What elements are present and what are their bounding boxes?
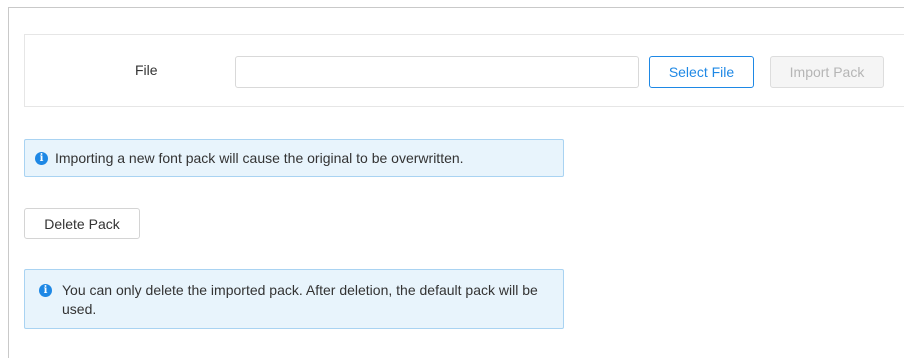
delete-info-text: You can only delete the imported pack. A… [62,282,538,317]
content-frame: File Select File Import Pack i Importing… [8,7,904,358]
file-label: File [135,62,158,78]
select-file-button[interactable]: Select File [649,56,754,88]
file-path-input[interactable] [235,56,639,88]
info-icon: i [39,284,52,297]
delete-info-notice: i You can only delete the imported pack.… [24,269,564,329]
import-pack-button[interactable]: Import Pack [770,56,884,88]
info-icon: i [35,152,48,165]
file-import-panel: File Select File Import Pack [24,34,904,107]
delete-pack-button[interactable]: Delete Pack [24,208,140,239]
import-warning-notice: i Importing a new font pack will cause t… [24,139,564,177]
import-warning-text: Importing a new font pack will cause the… [55,150,464,166]
